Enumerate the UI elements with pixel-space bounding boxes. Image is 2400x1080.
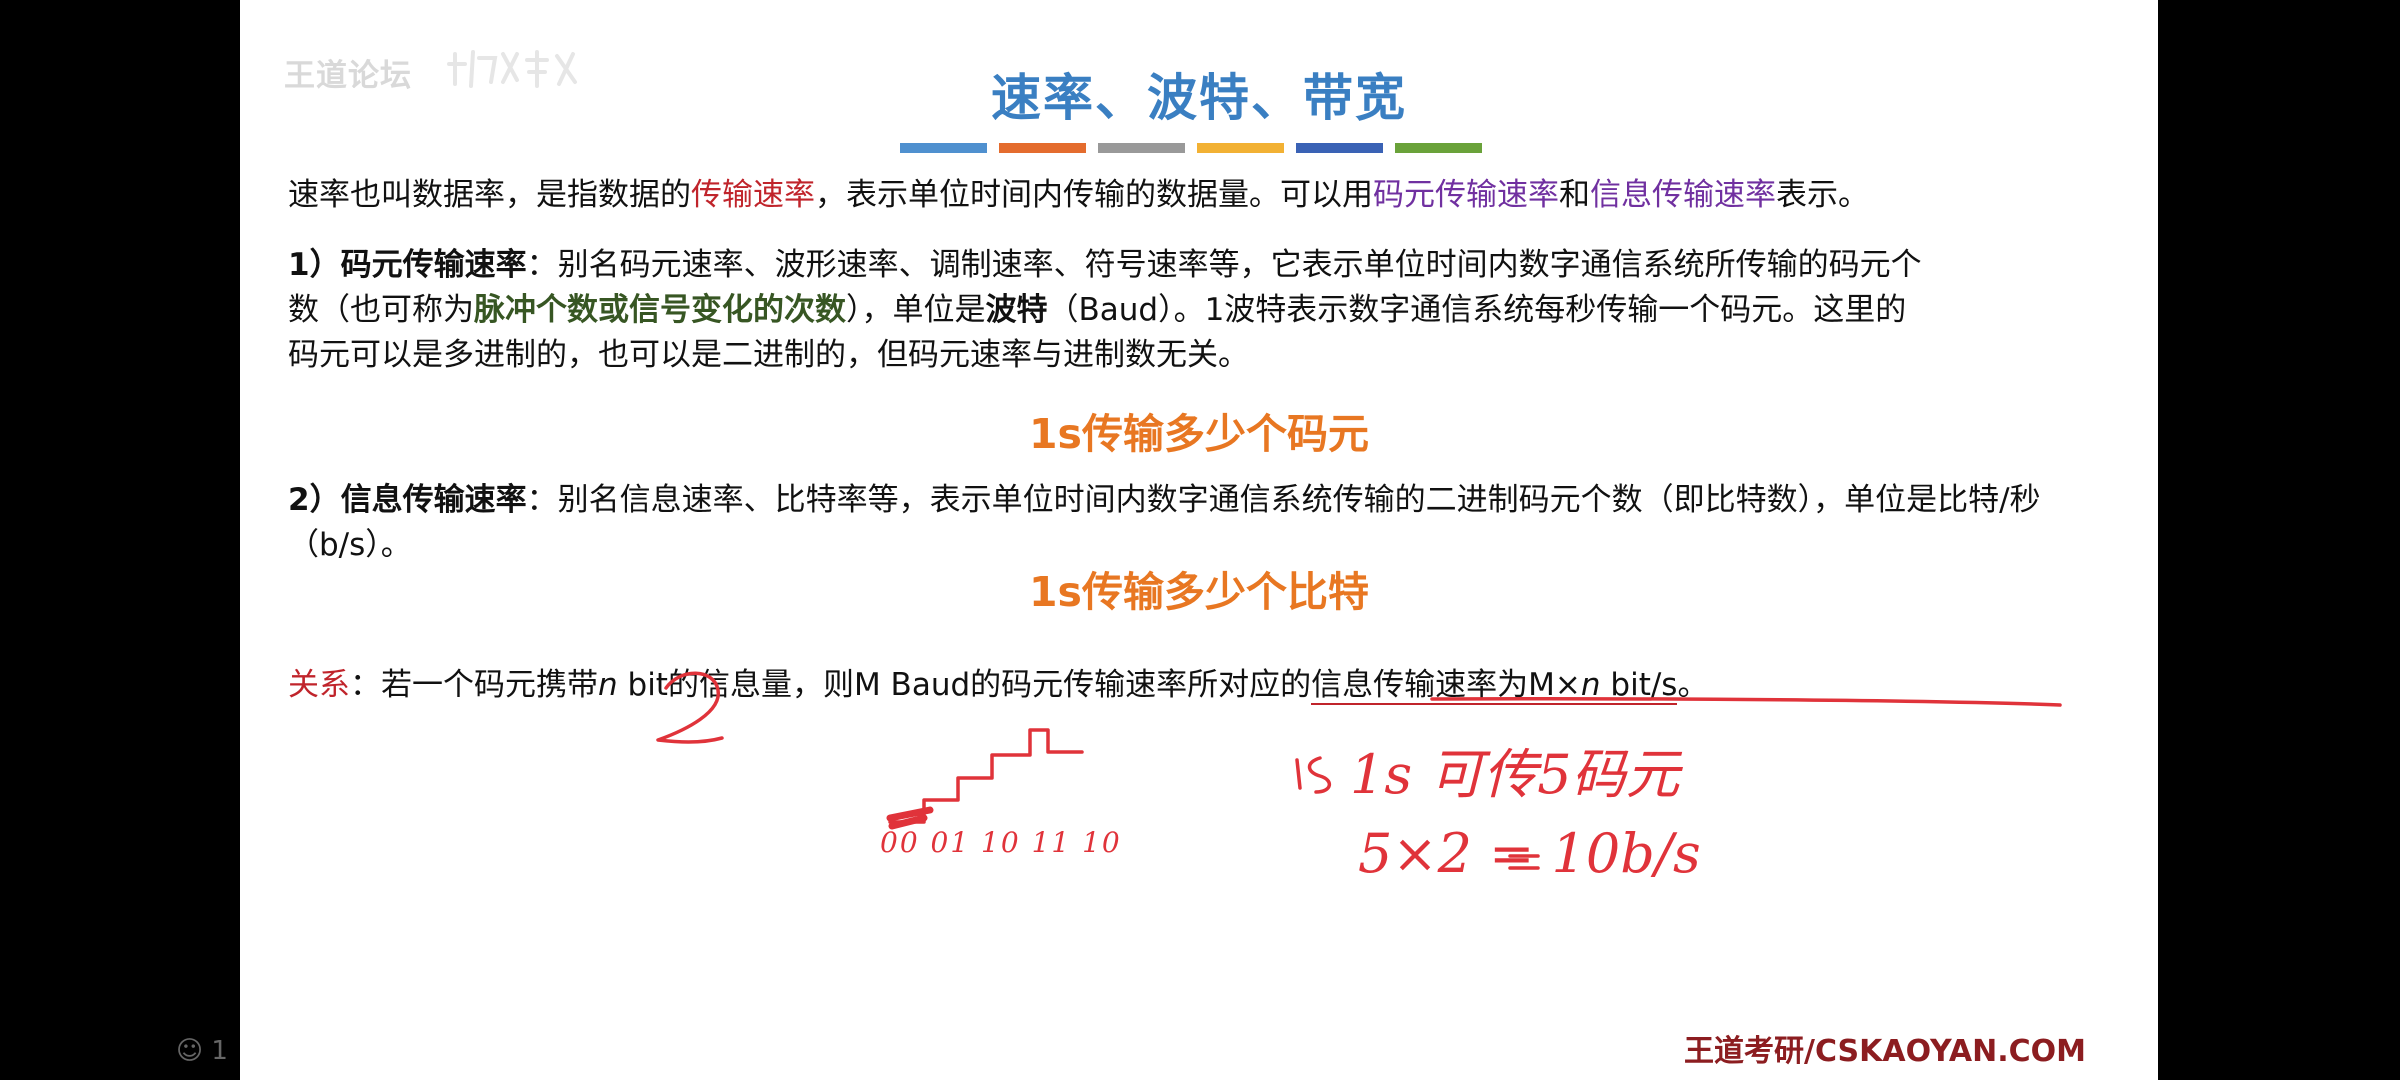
slide: 王道论坛 速率、波特、带宽 速率也叫数据率，是指数据的传输速率，表示单位时间内传… [240,0,2158,1080]
callout-bits-per-second: 1s传输多少个比特 [1029,568,1369,616]
intro-text-4: 表示。 [1776,177,1869,213]
bit-rate-label: 2）信息传输速率 [288,482,527,518]
waveform-start-mark [886,806,934,830]
relation-paragraph: 关系：若一个码元携带n bit的信息量，则M Baud的码元传输速率所对应的信息… [288,663,2128,708]
symbol-rate-highlight: 脉冲个数或信号变化的次数 [474,292,846,328]
relation-underlined: 信息传输速率为M×n bit/s [1311,667,1678,705]
title-bar-3 [1098,143,1185,153]
people-icon: ☺ [176,1036,204,1066]
footer-brand: 王道考研/CSKAOYAN.COM [1684,1034,2086,1069]
title-bar-2 [999,143,1086,153]
title-color-bars [900,143,1482,153]
intro-paragraph: 速率也叫数据率，是指数据的传输速率，表示单位时间内传输的数据量。可以用码元传输速… [288,173,2128,218]
symbol-rate-unit: 波特 [985,292,1048,328]
intro-text-2: ，表示单位时间内传输的数据量。可以用 [815,177,1373,213]
intro-text-1: 速率也叫数据率，是指数据的 [288,177,691,213]
intro-highlight-symbol-rate: 码元传输速率 [1373,177,1559,213]
relation-text-4: bit/s [1600,667,1678,703]
bit-rate-paragraph: 2）信息传输速率：别名信息速率、比特率等，表示单位时间内数字通信系统传输的二进制… [288,478,2118,568]
title-bar-6 [1395,143,1482,153]
relation-text-1: ：若一个码元携带 [350,667,598,703]
symbol-rate-text-2: ），单位是 [846,292,986,328]
staircase-waveform [888,728,1084,824]
handwritten-note-1: 1s 可传5码元 [1350,743,1680,806]
callout-symbols-per-second: 1s传输多少个码元 [1029,410,1369,458]
intro-text-3: 和 [1559,177,1590,213]
relation-n-1: n [598,667,618,703]
handwritten-note-2: 5×2 = 10b/s [1358,822,1701,885]
title-bar-5 [1296,143,1383,153]
intro-highlight-info-rate: 信息传输速率 [1590,177,1776,213]
relation-label: 关系 [288,667,350,703]
page-title: 速率、波特、带宽 [991,69,1407,127]
symbol-rate-paragraph: 1）码元传输速率：别名码元速率、波形速率、调制速率、符号速率等，它表示单位时间内… [288,243,1928,378]
relation-text-2: bit的信息量，则M Baud的码元传输速率所对应的 [617,667,1312,703]
symbol-rate-label: 1）码元传输速率 [288,247,527,283]
bit-rate-text: ：别名信息速率、比特率等，表示单位时间内数字通信系统传输的二进制码元个数（即比特… [288,482,2041,563]
viewer-count-value: 1 [211,1036,228,1066]
relation-text-3: 信息传输速率为M× [1311,667,1581,703]
title-bar-1 [900,143,987,153]
intro-highlight-transfer-rate: 传输速率 [691,177,815,213]
relation-n-2: n [1580,667,1601,703]
viewer-count: ☺ 1 [176,1036,228,1066]
title-bar-4 [1197,143,1284,153]
relation-text-5: 。 [1677,667,1709,703]
note1-stroke [1295,756,1331,794]
handwritten-codes: 00 01 10 11 10 [880,826,1122,859]
